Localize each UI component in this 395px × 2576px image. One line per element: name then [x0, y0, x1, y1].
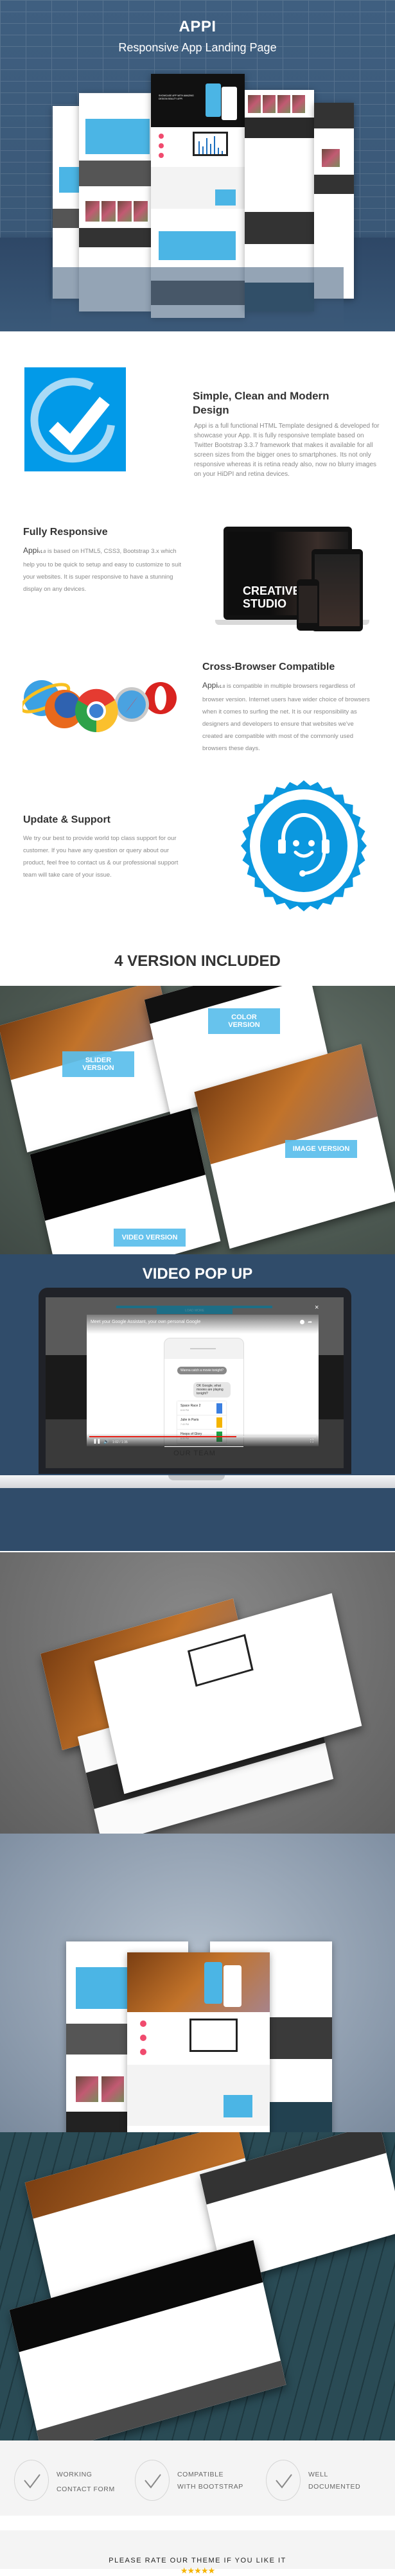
slider-version-label: SLIDER VERSION — [62, 1051, 134, 1077]
chat-incoming: Wanna catch a movie tonight? — [177, 1367, 227, 1374]
video-progress-bar[interactable] — [89, 1436, 316, 1437]
check-icon — [14, 2460, 49, 2501]
chat-outgoing: OK Google, what movies are playing tonig… — [193, 1382, 231, 1398]
phone-mockup: Wanna catch a movie tonight? OK Google, … — [164, 1338, 244, 1447]
star-icon[interactable]: ★ — [201, 2566, 209, 2575]
feature-title-cross-browser: Cross-Browser Compatible — [202, 662, 335, 672]
image-version-label: IMAGE VERSION — [285, 1140, 357, 1158]
video-heading: VIDEO POP UP — [142, 1265, 253, 1283]
movie-time: 8:00 PM — [180, 1409, 189, 1412]
load-more-button[interactable]: LOAD MORE — [157, 1308, 233, 1314]
versions-heading: 4 VERSION INCLUDED — [114, 952, 281, 970]
close-icon[interactable]: × — [315, 1304, 319, 1311]
isometric-layers-showcase — [0, 1552, 395, 1834]
checklist-item: WELL DOCUMENTED — [266, 2460, 382, 2502]
hero-section: SHOWCASE APP WITH AMAZING DESIGN BEAUTY … — [0, 0, 395, 331]
movie-title: Space Race 2 — [180, 1404, 201, 1408]
star-icon[interactable]: ★ — [194, 2566, 202, 2575]
feature-text-support: We try our best to provide world top cla… — [23, 835, 179, 879]
mockup-headline: SHOWCASE APP WITH AMAZING DESIGN BEAUTY … — [159, 94, 194, 100]
our-team-heading: OUR TEAM — [173, 1450, 216, 1457]
fullscreen-icon[interactable]: ⛶ — [310, 1439, 313, 1444]
video-caption: Meet your Google Assistant, your own per… — [91, 1320, 201, 1324]
feature-title-responsive: Fully Responsive — [23, 527, 108, 538]
hero-subtitle: Responsive App Landing Page — [118, 41, 277, 54]
video-time: 1:02 / 1:35 — [112, 1441, 128, 1444]
versions-showcase: SLIDER VERSION COLOR VERSION IMAGE VERSI… — [0, 986, 395, 1254]
movie-item[interactable]: Julie in Paris 7:40 PM — [177, 1415, 226, 1430]
feature-text-responsive: Appiv1.0 is based on HTML5, CSS3, Bootst… — [23, 546, 182, 593]
studio-text: STUDIO — [243, 597, 287, 610]
wooden-floor-showcase — [0, 2132, 395, 2440]
feature-title-support: Update & Support — [23, 814, 110, 825]
devices-icon: CREATIVE STUDIO — [212, 527, 369, 645]
movie-title: Julie in Paris — [180, 1418, 199, 1422]
watch-later-icon[interactable] — [300, 1320, 304, 1324]
youtube-player[interactable]: Meet your Google Assistant, your own per… — [87, 1315, 319, 1447]
hero-title: APPI — [179, 18, 216, 35]
version-tag: v1.0 — [218, 685, 225, 689]
checklist-item: COMPATIBLE WITH BOOTSTRAP — [135, 2460, 257, 2502]
pause-icon[interactable]: ❚❚ — [93, 1439, 101, 1444]
video-version-label: VIDEO VERSION — [114, 1229, 186, 1247]
feature-title-design: Simple, Clean and Modern Design — [193, 390, 329, 416]
video-controls: ❚❚ 🔊 1:02 / 1:35 ⛶ — [87, 1433, 319, 1446]
share-icon[interactable]: ➦ — [308, 1319, 312, 1325]
movie-poster — [216, 1403, 222, 1414]
check-icon — [266, 2460, 301, 2501]
support-headset-icon — [240, 780, 368, 912]
brand-appi: Appi — [202, 681, 218, 690]
star-icon[interactable]: ★ — [180, 2566, 188, 2575]
floating-pages-showcase — [0, 1834, 395, 2132]
color-version-label: COLOR VERSION — [208, 1008, 280, 1034]
version-tag: v1.0 — [39, 550, 46, 554]
feature-text-design: Appi is a full functional HTML Template … — [194, 423, 380, 478]
brand-appi: Appi — [23, 546, 39, 555]
checklist-item: WORKING CONTACT FORM — [14, 2460, 123, 2502]
check-circle-icon — [24, 367, 126, 471]
movie-poster — [216, 1417, 222, 1428]
star-rating[interactable]: ★★★★★ — [0, 2566, 395, 2576]
laptop-notch — [168, 1475, 225, 1480]
movie-item[interactable]: Space Race 2 8:00 PM — [177, 1401, 226, 1415]
star-icon[interactable]: ★ — [207, 2566, 215, 2575]
video-progress-fill — [89, 1436, 237, 1437]
rate-prompt: PLEASE RATE OUR THEME IF YOU LIKE IT — [109, 2557, 286, 2564]
movie-time: 7:40 PM — [180, 1423, 189, 1426]
volume-icon[interactable]: 🔊 — [103, 1439, 109, 1444]
check-icon — [135, 2460, 170, 2501]
floor-reflection — [51, 267, 344, 331]
star-icon[interactable]: ★ — [188, 2566, 195, 2575]
browsers-icon — [19, 669, 180, 746]
creative-text: CREATIVE — [243, 584, 301, 597]
feature-text-cross-browser: Appiv1.0 is compatible in multiple brows… — [202, 681, 370, 752]
